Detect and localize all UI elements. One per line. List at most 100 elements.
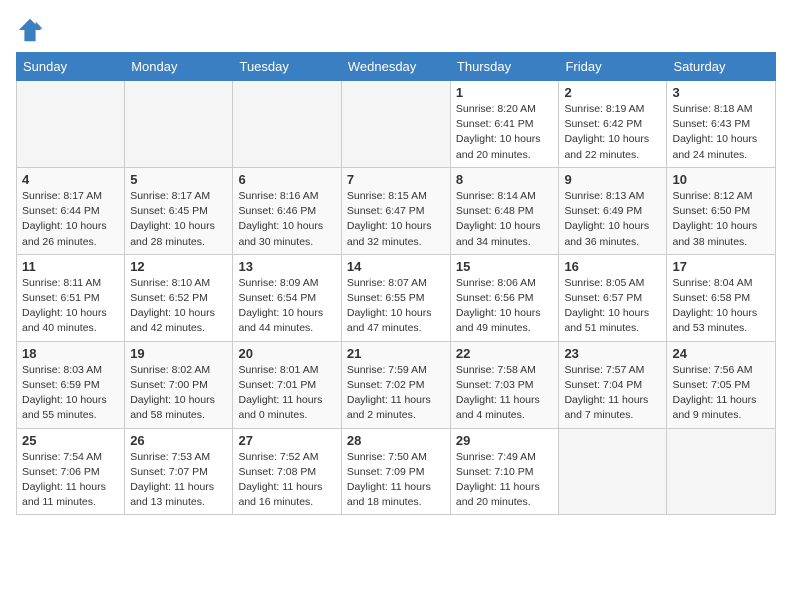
day-info: Sunrise: 8:02 AM Sunset: 7:00 PM Dayligh… <box>130 363 227 424</box>
day-number: 29 <box>456 433 554 448</box>
day-number: 12 <box>130 259 227 274</box>
calendar-cell: 10 Sunrise: 8:12 AM Sunset: 6:50 PM Dayli… <box>667 167 776 254</box>
calendar-table: SundayMondayTuesdayWednesdayThursdayFrid… <box>16 52 776 515</box>
calendar-cell: 13 Sunrise: 8:09 AM Sunset: 6:54 PM Dayli… <box>233 254 341 341</box>
calendar-cell: 25 Sunrise: 7:54 AM Sunset: 7:06 PM Dayli… <box>17 428 125 515</box>
calendar-week-row: 4 Sunrise: 8:17 AM Sunset: 6:44 PM Daylig… <box>17 167 776 254</box>
calendar-cell: 6 Sunrise: 8:16 AM Sunset: 6:46 PM Daylig… <box>233 167 341 254</box>
day-info: Sunrise: 8:14 AM Sunset: 6:48 PM Dayligh… <box>456 189 554 250</box>
day-info: Sunrise: 8:18 AM Sunset: 6:43 PM Dayligh… <box>672 102 770 163</box>
day-number: 17 <box>672 259 770 274</box>
day-number: 16 <box>564 259 661 274</box>
day-info: Sunrise: 8:17 AM Sunset: 6:45 PM Dayligh… <box>130 189 227 250</box>
day-number: 21 <box>347 346 445 361</box>
logo-icon <box>16 16 44 44</box>
calendar-cell: 14 Sunrise: 8:07 AM Sunset: 6:55 PM Dayli… <box>341 254 450 341</box>
day-info: Sunrise: 7:50 AM Sunset: 7:09 PM Dayligh… <box>347 450 445 511</box>
day-number: 14 <box>347 259 445 274</box>
day-number: 11 <box>22 259 119 274</box>
calendar-cell: 4 Sunrise: 8:17 AM Sunset: 6:44 PM Daylig… <box>17 167 125 254</box>
calendar-cell <box>125 81 233 168</box>
day-number: 13 <box>238 259 335 274</box>
day-info: Sunrise: 8:20 AM Sunset: 6:41 PM Dayligh… <box>456 102 554 163</box>
day-info: Sunrise: 8:04 AM Sunset: 6:58 PM Dayligh… <box>672 276 770 337</box>
calendar-cell <box>341 81 450 168</box>
calendar-cell: 29 Sunrise: 7:49 AM Sunset: 7:10 PM Dayli… <box>450 428 559 515</box>
calendar-cell <box>17 81 125 168</box>
calendar-cell: 9 Sunrise: 8:13 AM Sunset: 6:49 PM Daylig… <box>559 167 667 254</box>
calendar-cell: 26 Sunrise: 7:53 AM Sunset: 7:07 PM Dayli… <box>125 428 233 515</box>
calendar-cell: 8 Sunrise: 8:14 AM Sunset: 6:48 PM Daylig… <box>450 167 559 254</box>
calendar-week-row: 11 Sunrise: 8:11 AM Sunset: 6:51 PM Dayli… <box>17 254 776 341</box>
day-number: 6 <box>238 172 335 187</box>
calendar-cell: 28 Sunrise: 7:50 AM Sunset: 7:09 PM Dayli… <box>341 428 450 515</box>
day-info: Sunrise: 8:07 AM Sunset: 6:55 PM Dayligh… <box>347 276 445 337</box>
day-info: Sunrise: 8:09 AM Sunset: 6:54 PM Dayligh… <box>238 276 335 337</box>
page-header <box>16 16 776 44</box>
calendar-cell: 3Sunrise: 8:18 AM Sunset: 6:43 PM Daylig… <box>667 81 776 168</box>
day-header-friday: Friday <box>559 53 667 81</box>
day-number: 25 <box>22 433 119 448</box>
day-number: 23 <box>564 346 661 361</box>
day-info: Sunrise: 8:12 AM Sunset: 6:50 PM Dayligh… <box>672 189 770 250</box>
calendar-cell: 5 Sunrise: 8:17 AM Sunset: 6:45 PM Daylig… <box>125 167 233 254</box>
calendar-cell <box>667 428 776 515</box>
day-number: 15 <box>456 259 554 274</box>
day-number: 22 <box>456 346 554 361</box>
day-number: 27 <box>238 433 335 448</box>
day-number: 2 <box>564 85 661 100</box>
day-number: 28 <box>347 433 445 448</box>
day-header-saturday: Saturday <box>667 53 776 81</box>
calendar-cell: 17 Sunrise: 8:04 AM Sunset: 6:58 PM Dayli… <box>667 254 776 341</box>
calendar-cell: 23 Sunrise: 7:57 AM Sunset: 7:04 PM Dayli… <box>559 341 667 428</box>
day-info: Sunrise: 8:19 AM Sunset: 6:42 PM Dayligh… <box>564 102 661 163</box>
day-header-wednesday: Wednesday <box>341 53 450 81</box>
calendar-cell: 1 Sunrise: 8:20 AM Sunset: 6:41 PM Daylig… <box>450 81 559 168</box>
day-number: 9 <box>564 172 661 187</box>
calendar-cell: 11 Sunrise: 8:11 AM Sunset: 6:51 PM Dayli… <box>17 254 125 341</box>
day-info: Sunrise: 8:16 AM Sunset: 6:46 PM Dayligh… <box>238 189 335 250</box>
day-info: Sunrise: 8:05 AM Sunset: 6:57 PM Dayligh… <box>564 276 661 337</box>
day-number: 24 <box>672 346 770 361</box>
day-info: Sunrise: 7:56 AM Sunset: 7:05 PM Dayligh… <box>672 363 770 424</box>
calendar-cell: 15 Sunrise: 8:06 AM Sunset: 6:56 PM Dayli… <box>450 254 559 341</box>
calendar-week-row: 1 Sunrise: 8:20 AM Sunset: 6:41 PM Daylig… <box>17 81 776 168</box>
day-header-thursday: Thursday <box>450 53 559 81</box>
day-number: 1 <box>456 85 554 100</box>
day-info: Sunrise: 7:59 AM Sunset: 7:02 PM Dayligh… <box>347 363 445 424</box>
day-header-tuesday: Tuesday <box>233 53 341 81</box>
day-info: Sunrise: 8:15 AM Sunset: 6:47 PM Dayligh… <box>347 189 445 250</box>
day-info: Sunrise: 8:13 AM Sunset: 6:49 PM Dayligh… <box>564 189 661 250</box>
calendar-week-row: 18 Sunrise: 8:03 AM Sunset: 6:59 PM Dayli… <box>17 341 776 428</box>
day-number: 19 <box>130 346 227 361</box>
day-number: 5 <box>130 172 227 187</box>
day-info: Sunrise: 8:03 AM Sunset: 6:59 PM Dayligh… <box>22 363 119 424</box>
day-info: Sunrise: 7:53 AM Sunset: 7:07 PM Dayligh… <box>130 450 227 511</box>
day-number: 8 <box>456 172 554 187</box>
day-info: Sunrise: 7:52 AM Sunset: 7:08 PM Dayligh… <box>238 450 335 511</box>
calendar-cell <box>559 428 667 515</box>
day-header-monday: Monday <box>125 53 233 81</box>
day-info: Sunrise: 7:49 AM Sunset: 7:10 PM Dayligh… <box>456 450 554 511</box>
day-info: Sunrise: 8:10 AM Sunset: 6:52 PM Dayligh… <box>130 276 227 337</box>
day-info: Sunrise: 7:57 AM Sunset: 7:04 PM Dayligh… <box>564 363 661 424</box>
day-number: 10 <box>672 172 770 187</box>
calendar-cell: 18 Sunrise: 8:03 AM Sunset: 6:59 PM Dayli… <box>17 341 125 428</box>
calendar-cell: 2 Sunrise: 8:19 AM Sunset: 6:42 PM Daylig… <box>559 81 667 168</box>
calendar-cell: 27 Sunrise: 7:52 AM Sunset: 7:08 PM Dayli… <box>233 428 341 515</box>
calendar-cell: 24 Sunrise: 7:56 AM Sunset: 7:05 PM Dayli… <box>667 341 776 428</box>
calendar-cell: 21 Sunrise: 7:59 AM Sunset: 7:02 PM Dayli… <box>341 341 450 428</box>
day-info: Sunrise: 7:58 AM Sunset: 7:03 PM Dayligh… <box>456 363 554 424</box>
day-number: 26 <box>130 433 227 448</box>
day-number: 4 <box>22 172 119 187</box>
day-info: Sunrise: 8:06 AM Sunset: 6:56 PM Dayligh… <box>456 276 554 337</box>
calendar-cell: 12 Sunrise: 8:10 AM Sunset: 6:52 PM Dayli… <box>125 254 233 341</box>
calendar-header-row: SundayMondayTuesdayWednesdayThursdayFrid… <box>17 53 776 81</box>
day-info: Sunrise: 7:54 AM Sunset: 7:06 PM Dayligh… <box>22 450 119 511</box>
day-number: 18 <box>22 346 119 361</box>
day-info: Sunrise: 8:17 AM Sunset: 6:44 PM Dayligh… <box>22 189 119 250</box>
day-info: Sunrise: 8:11 AM Sunset: 6:51 PM Dayligh… <box>22 276 119 337</box>
day-number: 20 <box>238 346 335 361</box>
day-number: 7 <box>347 172 445 187</box>
day-header-sunday: Sunday <box>17 53 125 81</box>
